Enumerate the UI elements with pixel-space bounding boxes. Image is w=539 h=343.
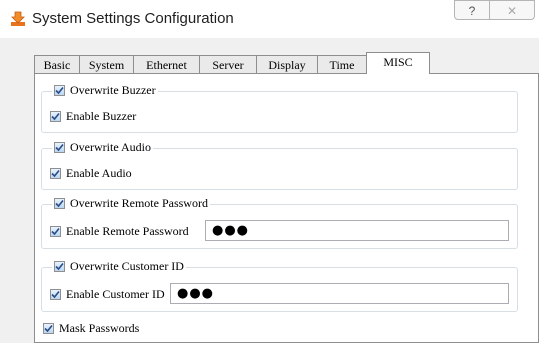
checkbox-box[interactable] (43, 323, 54, 334)
overwrite-buzzer-label: Overwrite Buzzer (70, 83, 156, 97)
remote-password-input[interactable]: ●●● (205, 220, 509, 241)
tab-display[interactable]: Display (256, 55, 318, 73)
checkmark-icon (55, 143, 64, 152)
help-button[interactable]: ? (454, 0, 490, 20)
enable-buzzer-label: Enable Buzzer (66, 109, 137, 123)
checkbox-box[interactable] (54, 261, 65, 272)
buzzer-group: Overwrite Buzzer Enable Buzzer (41, 83, 518, 133)
remote-password-group: Overwrite Remote Password Enable Remote … (41, 196, 518, 249)
title-bar[interactable]: System Settings Configuration ? ✕ (0, 0, 539, 38)
checkbox-box[interactable] (54, 85, 65, 96)
checkmark-icon (55, 86, 64, 95)
overwrite-customer-id-checkbox[interactable]: Overwrite Customer ID (52, 259, 186, 274)
checkbox-box[interactable] (54, 142, 65, 153)
enable-audio-checkbox[interactable]: Enable Audio (50, 166, 132, 181)
checkmark-icon (55, 262, 64, 271)
checkbox-box[interactable] (50, 168, 61, 179)
checkbox-box[interactable] (50, 226, 61, 237)
question-icon: ? (468, 4, 476, 18)
settings-window: System Settings Configuration ? ✕ Basic … (0, 0, 539, 343)
checkbox-box[interactable] (54, 198, 65, 209)
tab-system[interactable]: System (79, 55, 134, 73)
overwrite-customer-id-label: Overwrite Customer ID (70, 259, 184, 273)
enable-buzzer-checkbox[interactable]: Enable Buzzer (50, 109, 136, 124)
customer-id-input[interactable]: ●●● (170, 283, 509, 304)
enable-remote-password-checkbox[interactable]: Enable Remote Password (50, 224, 189, 239)
customer-id-group: Overwrite Customer ID Enable Customer ID… (41, 259, 518, 312)
checkbox-box[interactable] (50, 111, 61, 122)
checkmark-icon (51, 169, 60, 178)
window-title: System Settings Configuration (32, 10, 234, 27)
tab-basic[interactable]: Basic (34, 55, 80, 73)
checkbox-box[interactable] (50, 289, 61, 300)
mask-passwords-label: Mask Passwords (59, 321, 140, 335)
overwrite-remote-password-label: Overwrite Remote Password (70, 196, 208, 210)
overwrite-audio-label: Overwrite Audio (70, 140, 151, 154)
checkmark-icon (44, 324, 53, 333)
enable-customer-id-label: Enable Customer ID (66, 287, 165, 301)
tab-ethernet[interactable]: Ethernet (133, 55, 200, 73)
overwrite-remote-password-checkbox[interactable]: Overwrite Remote Password (52, 196, 210, 211)
enable-customer-id-checkbox[interactable]: Enable Customer ID (50, 287, 165, 302)
audio-group: Overwrite Audio Enable Audio (41, 140, 518, 190)
overwrite-audio-checkbox[interactable]: Overwrite Audio (52, 140, 153, 155)
close-button[interactable]: ✕ (489, 0, 535, 20)
overwrite-buzzer-checkbox[interactable]: Overwrite Buzzer (52, 83, 158, 98)
tab-misc[interactable]: MISC (366, 52, 430, 74)
enable-audio-label: Enable Audio (66, 166, 132, 180)
checkmark-icon (51, 290, 60, 299)
close-icon: ✕ (506, 4, 518, 18)
checkmark-icon (55, 199, 64, 208)
misc-panel: Overwrite Buzzer Enable Buzzer Overwrite… (34, 73, 539, 343)
checkmark-icon (51, 227, 60, 236)
tab-server[interactable]: Server (199, 55, 257, 73)
enable-remote-password-label: Enable Remote Password (66, 224, 189, 238)
tab-time[interactable]: Time (317, 55, 367, 73)
download-arrow-icon (10, 11, 26, 27)
mask-passwords-checkbox[interactable]: Mask Passwords (43, 321, 139, 336)
checkmark-icon (51, 112, 60, 121)
